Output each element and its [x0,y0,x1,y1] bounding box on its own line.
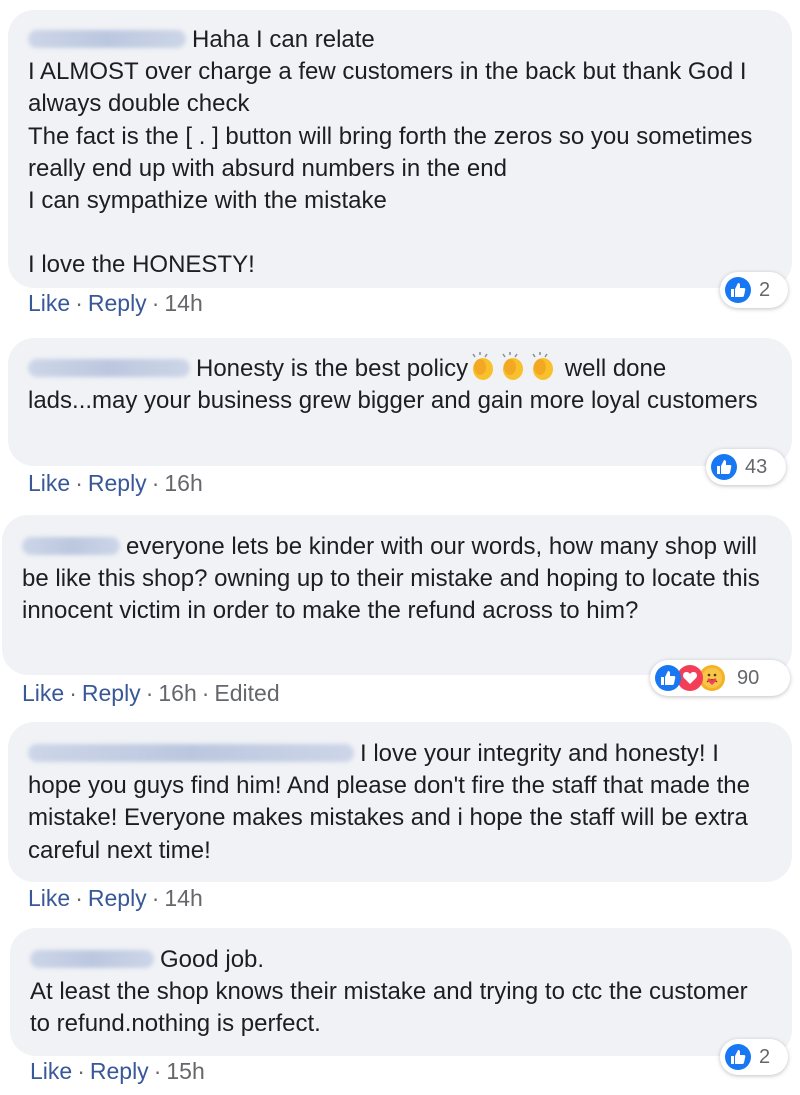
clapping-hands-icon [502,352,524,380]
comment-text: Haha I can relate I ALMOST over charge a… [28,26,753,279]
comment-actions: Like · Reply · 16h [28,470,203,496]
comment-actions: Like · Reply · 16h · Edited [22,680,280,706]
like-icon [711,454,737,480]
edited-label[interactable]: Edited [214,680,279,706]
like-button[interactable]: Like [28,470,70,496]
like-button[interactable]: Like [30,1058,72,1084]
reaction-count: 43 [745,455,768,478]
comment-actions: Like · Reply · 14h [28,290,203,316]
comment-time[interactable]: 16h [158,680,196,706]
comment-bubble: everyone lets be kinder with our words, … [2,515,792,675]
like-button[interactable]: Like [28,885,70,911]
comment-text: everyone lets be kinder with our words, … [22,533,767,625]
comment-time[interactable]: 14h [164,290,202,316]
reply-button[interactable]: Reply [88,290,147,316]
like-button[interactable]: Like [22,680,64,706]
clapping-hands-icon [532,352,554,380]
commenter-name[interactable] [30,950,154,968]
comment-bubble: Good job. At least the shop knows their … [10,928,792,1056]
comment-bubble: Honesty is the best policy well done lad… [8,338,792,466]
commenter-name[interactable] [22,537,120,555]
comment-bubble: I love your integrity and honesty! I hop… [8,722,792,882]
reaction-count: 90 [737,666,760,689]
commenter-name[interactable] [28,359,190,377]
comment-text: I love your integrity and honesty! I hop… [28,740,757,864]
clapping-hands-icon [472,352,494,380]
comment-time[interactable]: 16h [164,470,202,496]
reply-button[interactable]: Reply [88,470,147,496]
like-icon [725,277,751,303]
reaction-count: 2 [759,278,771,301]
reaction-summary[interactable]: 90 [650,660,790,696]
comment-text: Honesty is the best policy well done lad… [28,352,772,417]
like-icon [655,665,681,691]
reply-button[interactable]: Reply [82,680,141,706]
commenter-name[interactable] [28,744,354,762]
reaction-count: 2 [759,1045,771,1068]
comment-actions: Like · Reply · 15h [30,1058,205,1084]
reply-button[interactable]: Reply [90,1058,149,1084]
comment-bubble: Haha I can relate I ALMOST over charge a… [8,10,792,288]
like-button[interactable]: Like [28,290,70,316]
reaction-summary[interactable]: 2 [720,1039,788,1075]
comment-time[interactable]: 14h [164,885,202,911]
reply-button[interactable]: Reply [88,885,147,911]
commenter-name[interactable] [28,30,186,48]
comment-time[interactable]: 15h [166,1058,204,1084]
reaction-summary[interactable]: 2 [720,272,788,308]
like-icon [725,1044,751,1070]
comment-text: Good job. At least the shop knows their … [30,946,748,1038]
comment-actions: Like · Reply · 14h [28,885,203,911]
reaction-summary[interactable]: 43 [706,449,786,485]
